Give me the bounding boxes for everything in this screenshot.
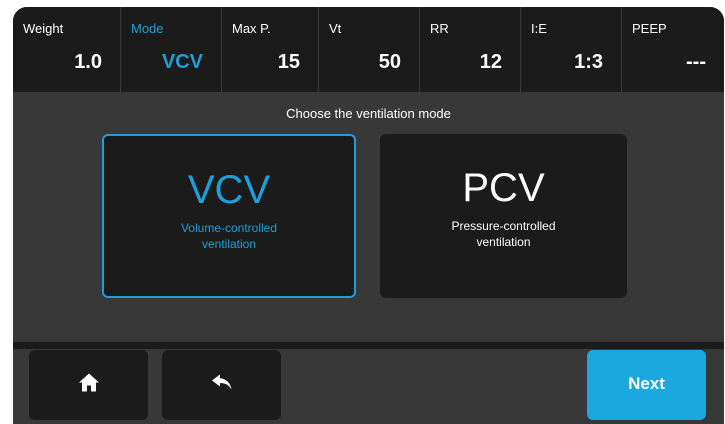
param-vt-label: Vt [329, 21, 342, 36]
param-mode-value: VCV [161, 51, 203, 73]
param-vt[interactable]: Vt 50 [318, 7, 419, 92]
mode-card-pcv-code: PCV [462, 166, 545, 210]
mode-card-vcv[interactable]: VCV Volume-controlled ventilation [102, 134, 356, 298]
ventilator-screen: Weight 1.0 Mode VCV Max P. 15 Vt 50 RR 1… [13, 7, 724, 424]
param-rr[interactable]: RR 12 [419, 7, 520, 92]
param-rr-value: 12 [479, 51, 502, 73]
param-ie-ratio-value: 1:3 [574, 51, 603, 73]
param-vt-value: 50 [378, 51, 401, 73]
mode-prompt: Choose the ventilation mode [286, 106, 451, 121]
param-weight[interactable]: Weight 1.0 [13, 7, 120, 92]
mode-card-pcv-description: Pressure-controlled ventilation [451, 219, 556, 249]
mode-selection-panel: Choose the ventilation mode VCV Volume-c… [13, 92, 724, 342]
param-max-pressure-label: Max P. [232, 21, 271, 36]
home-button[interactable] [29, 350, 148, 420]
param-ie-ratio-label: I:E [531, 21, 547, 36]
divider [13, 342, 724, 349]
next-button-label: Next [628, 374, 665, 393]
parameter-bar: Weight 1.0 Mode VCV Max P. 15 Vt 50 RR 1… [13, 7, 724, 92]
next-button[interactable]: Next [587, 350, 706, 420]
param-peep-label: PEEP [632, 21, 667, 36]
param-weight-value: 1.0 [74, 51, 102, 73]
param-mode-label: Mode [131, 21, 164, 36]
mode-card-vcv-description: Volume-controlled ventilation [180, 221, 278, 251]
param-ie-ratio[interactable]: I:E 1:3 [520, 7, 621, 92]
mode-card-vcv-code: VCV [187, 168, 271, 212]
param-max-pressure[interactable]: Max P. 15 [221, 7, 318, 92]
back-arrow-icon [211, 374, 232, 396]
param-weight-label: Weight [23, 21, 64, 36]
param-max-pressure-value: 15 [277, 51, 300, 73]
mode-card-pcv[interactable]: PCV Pressure-controlled ventilation [380, 134, 627, 298]
param-peep[interactable]: PEEP --- [621, 7, 724, 92]
navigation-bar: Next [13, 349, 724, 424]
home-icon [78, 373, 99, 397]
param-rr-label: RR [430, 21, 449, 36]
param-peep-value: --- [686, 51, 706, 73]
back-button[interactable] [162, 350, 281, 420]
param-mode[interactable]: Mode VCV [120, 7, 221, 92]
